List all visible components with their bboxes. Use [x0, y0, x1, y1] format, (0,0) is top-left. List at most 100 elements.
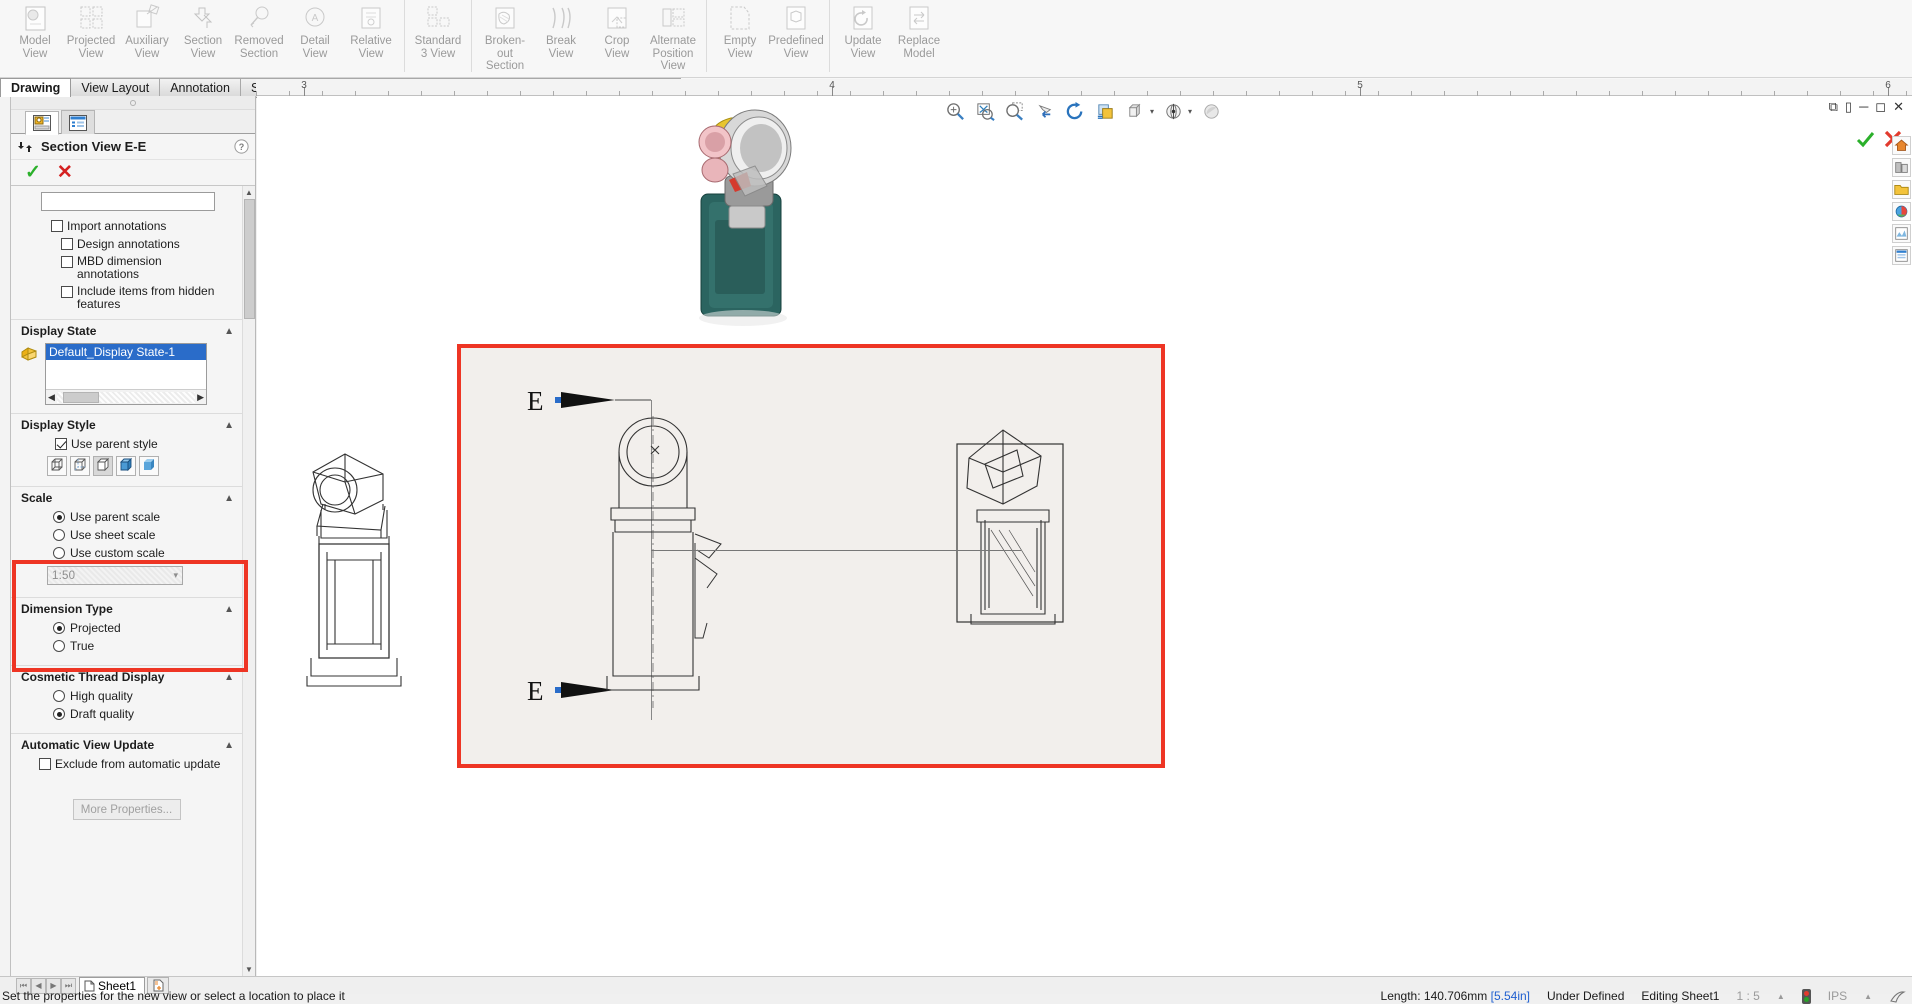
use-sheet-scale-row[interactable]: Use sheet scale [11, 526, 242, 544]
view-name-input[interactable] [41, 192, 215, 211]
wireframe-icon[interactable] [47, 456, 67, 476]
units-chevron-icon[interactable]: ▲ [1864, 992, 1872, 1001]
help-icon[interactable]: ? [234, 139, 249, 154]
chevron-down-icon[interactable]: ▾ [173, 570, 178, 581]
hidden-lines-visible-icon[interactable] [70, 456, 90, 476]
standard-3-view-button[interactable]: Standard 3 View [410, 0, 466, 66]
close-icon[interactable]: ✕ [1893, 100, 1904, 113]
shaded-with-edges-icon[interactable] [116, 456, 136, 476]
chevron-up-icon[interactable]: ▲ [224, 420, 234, 431]
section-view-canvas-icon[interactable] [1095, 101, 1116, 122]
exclude-auto-update-checkbox[interactable] [39, 758, 51, 770]
restore-icon[interactable]: ⧉ [1829, 100, 1838, 113]
display-state-section-header[interactable]: Display State ▲ [11, 319, 242, 341]
appearance-icon[interactable] [1201, 101, 1222, 122]
true-radio[interactable] [53, 640, 65, 652]
design-annotations-checkbox[interactable] [61, 238, 73, 250]
use-parent-style-checkbox[interactable] [55, 438, 67, 450]
break-view-button[interactable]: Break View [533, 0, 589, 66]
section-view-button[interactable]: Section View [175, 0, 231, 66]
display-state-selected-item[interactable]: Default_Display State-1 [46, 344, 206, 360]
auxiliary-view-button[interactable]: Auxiliary View [119, 0, 175, 66]
overlay-settings-icon[interactable] [1889, 989, 1906, 1004]
high-quality-row[interactable]: High quality [11, 687, 242, 705]
rebuild-icon[interactable] [1065, 101, 1086, 122]
use-custom-scale-radio[interactable] [53, 547, 65, 559]
mbd-dimension-annotations-checkbox[interactable] [61, 256, 73, 268]
update-view-button[interactable]: Update View [835, 0, 891, 66]
panel-scroll-thumb[interactable] [244, 199, 255, 319]
view-orientation-icon[interactable] [1163, 101, 1184, 122]
cosmetic-thread-section-header[interactable]: Cosmetic Thread Display ▲ [11, 665, 242, 687]
shaded-icon[interactable] [139, 456, 159, 476]
include-hidden-features-row[interactable]: Include items from hidden features [11, 283, 226, 313]
draft-quality-radio[interactable] [53, 708, 65, 720]
broken-out-section-button[interactable]: Broken-out Section [477, 0, 533, 73]
use-parent-scale-radio[interactable] [53, 511, 65, 523]
assembly-icon[interactable] [1891, 158, 1911, 177]
chevron-up-icon[interactable]: ▲ [224, 672, 234, 683]
use-parent-scale-row[interactable]: Use parent scale [11, 508, 242, 526]
predefined-view-button[interactable]: Predefined View [768, 0, 824, 66]
status-scale[interactable]: 1 : 5 [1736, 989, 1759, 1003]
scale-chevron-icon[interactable]: ▲ [1777, 992, 1785, 1001]
display-state-listbox[interactable]: Default_Display State-1 ◀ ▶ [45, 343, 207, 405]
display-style-section-header[interactable]: Display Style ▲ [11, 413, 242, 435]
detail-view-button[interactable]: A Detail View [287, 0, 343, 66]
right-section-view[interactable] [941, 400, 1091, 720]
crop-view-button[interactable]: Crop View [589, 0, 645, 66]
automatic-view-update-section-header[interactable]: Automatic View Update ▲ [11, 733, 242, 755]
chevron-up-icon[interactable]: ▲ [224, 604, 234, 615]
zoom-to-area-icon[interactable] [945, 101, 966, 122]
confirm-ok-icon[interactable] [1854, 128, 1876, 150]
scroll-down-icon[interactable]: ▼ [243, 963, 255, 976]
replace-model-button[interactable]: Replace Model [891, 0, 947, 66]
hidden-lines-removed-icon[interactable] [93, 456, 113, 476]
previous-view-icon[interactable] [1035, 101, 1056, 122]
use-custom-scale-row[interactable]: Use custom scale [11, 544, 242, 562]
chevron-up-icon[interactable]: ▲ [224, 740, 234, 751]
home-icon[interactable] [1891, 136, 1911, 155]
projected-view-button[interactable]: Projected View [63, 0, 119, 66]
design-annotations-row[interactable]: Design annotations [11, 235, 242, 253]
relative-view-button[interactable]: Relative View [343, 0, 399, 66]
zoom-selection-icon[interactable] [1005, 101, 1026, 122]
draft-quality-row[interactable]: Draft quality [11, 705, 242, 723]
exclude-auto-update-row[interactable]: Exclude from automatic update [11, 755, 242, 773]
high-quality-radio[interactable] [53, 690, 65, 702]
use-sheet-scale-radio[interactable] [53, 529, 65, 541]
chevron-down-icon[interactable]: ▾ [1188, 107, 1192, 116]
more-properties-button[interactable]: More Properties... [72, 799, 181, 820]
maximize-icon[interactable]: ◻ [1875, 100, 1886, 113]
decals-icon[interactable] [1891, 224, 1911, 243]
chevron-up-icon[interactable]: ▲ [224, 493, 234, 504]
scroll-up-icon[interactable]: ▲ [243, 186, 255, 199]
scroll-thumb[interactable] [62, 391, 99, 403]
tab-feature-manager[interactable] [61, 110, 95, 134]
mbd-dimension-annotations-row[interactable]: MBD dimension annotations [11, 253, 211, 283]
dimension-type-section-header[interactable]: Dimension Type ▲ [11, 597, 242, 619]
projected-dimension-row[interactable]: Projected [11, 619, 242, 637]
model-view-button[interactable]: Model View [7, 0, 63, 66]
display-state-hscrollbar[interactable]: ◀ ▶ [46, 389, 206, 404]
import-annotations-checkbox[interactable] [51, 220, 63, 232]
display-manager-icon[interactable] [1891, 246, 1911, 265]
minimize-window-icon[interactable]: ▯ [1845, 100, 1852, 113]
true-dimension-row[interactable]: True [11, 637, 242, 655]
projected-radio[interactable] [53, 622, 65, 634]
appearances-icon[interactable] [1891, 202, 1911, 221]
panel-grip-handle[interactable] [11, 96, 255, 110]
section-view-preview-region[interactable]: E E [457, 344, 1165, 768]
import-annotations-row[interactable]: Import annotations [11, 217, 242, 235]
center-front-view[interactable] [591, 408, 751, 728]
left-projected-view[interactable] [287, 448, 427, 778]
tab-drawing[interactable]: Drawing [0, 78, 72, 97]
cancel-button[interactable]: ✕ [57, 163, 73, 182]
rebuild-status-indicator-icon[interactable] [1801, 988, 1811, 1004]
removed-section-button[interactable]: Removed Section [231, 0, 287, 66]
accept-button[interactable]: ✓ [25, 163, 41, 182]
chevron-up-icon[interactable]: ▲ [224, 326, 234, 337]
custom-scale-dropdown[interactable]: 1:50 ▾ [47, 566, 183, 585]
zoom-to-fit-icon[interactable] [975, 101, 996, 122]
alternate-position-view-button[interactable]: Alternate Position View [645, 0, 701, 73]
